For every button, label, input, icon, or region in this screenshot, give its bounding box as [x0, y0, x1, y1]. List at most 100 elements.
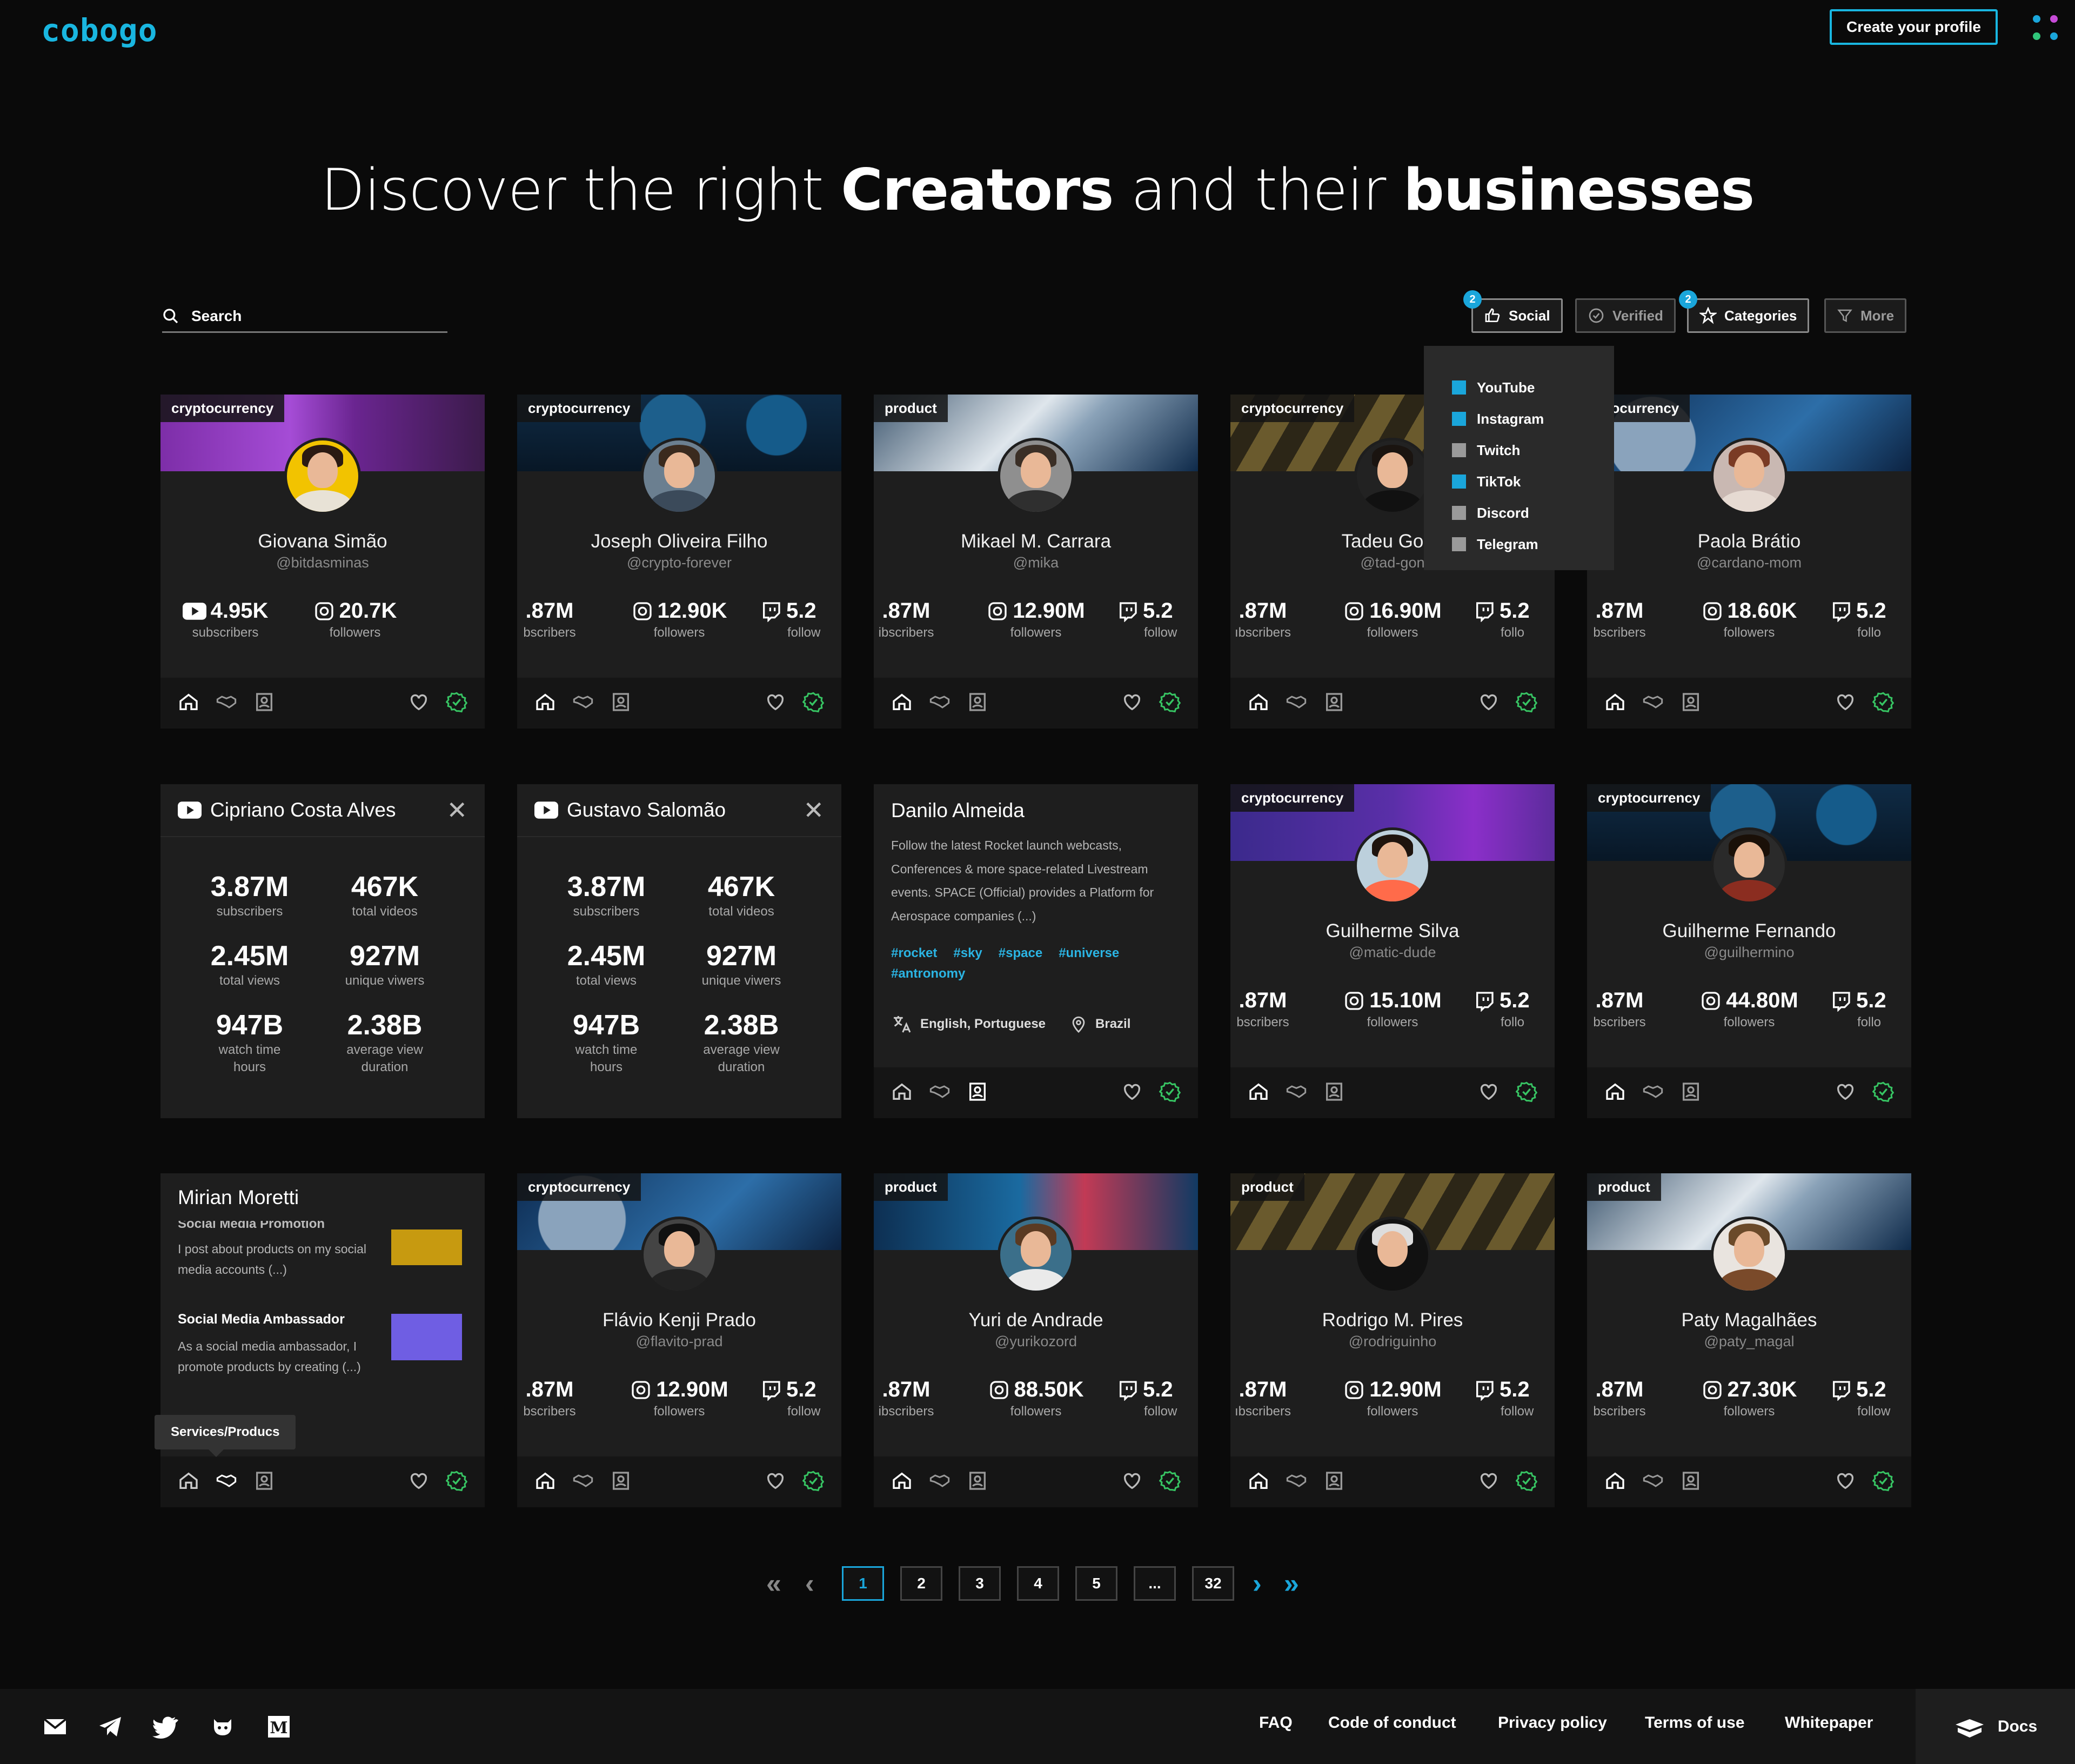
home-icon[interactable]: [891, 1470, 913, 1494]
creator-name[interactable]: Mikael M. Carrara: [874, 531, 1198, 552]
checkbox[interactable]: [1452, 537, 1466, 551]
avatar[interactable]: [1711, 438, 1788, 514]
medium-icon[interactable]: M: [266, 1714, 292, 1740]
social-option-youtube[interactable]: YouTube: [1452, 372, 1614, 403]
checkbox[interactable]: [1452, 506, 1466, 520]
mail-icon[interactable]: [42, 1714, 68, 1740]
verified-check-icon[interactable]: [1159, 1081, 1181, 1105]
checkbox[interactable]: [1452, 412, 1466, 426]
heart-icon[interactable]: [1835, 1081, 1856, 1105]
home-icon[interactable]: [1604, 691, 1626, 716]
profile-card-icon[interactable]: [1323, 1081, 1345, 1105]
heart-icon[interactable]: [765, 1470, 786, 1494]
heart-icon[interactable]: [408, 691, 430, 716]
creator-card[interactable]: product Mikael M. Carrara @mika .87M ibsc…: [874, 395, 1198, 729]
creator-card-services[interactable]: Mirian Moretti Social Media Promotion I …: [160, 1173, 485, 1507]
creator-card[interactable]: cryptocurrency Giovana Simão @bitdasmina…: [160, 395, 485, 729]
avatar[interactable]: [284, 438, 361, 514]
close-icon[interactable]: ✕: [446, 796, 467, 825]
creator-card[interactable]: cryptocurrency Guilherme Silva @matic-du…: [1230, 784, 1555, 1118]
page-button[interactable]: 5: [1075, 1566, 1117, 1601]
twitter-icon[interactable]: [152, 1714, 178, 1740]
creator-stats-card[interactable]: Cipriano Costa Alves ✕ 3.87M subscribers 467…: [160, 784, 485, 1118]
avatar[interactable]: [641, 1217, 718, 1293]
footer-link-code-of-conduct[interactable]: Code of conduct: [1328, 1714, 1456, 1732]
creator-name[interactable]: Guilherme Fernando: [1587, 920, 1911, 942]
page-button[interactable]: 32: [1192, 1566, 1234, 1601]
creator-card[interactable]: ptocurrency Paola Brátio @cardano-mom .8…: [1587, 395, 1911, 729]
heart-icon[interactable]: [765, 691, 786, 716]
category-tag[interactable]: cryptocurrency: [1230, 395, 1355, 422]
checkbox[interactable]: [1452, 380, 1466, 395]
creator-name[interactable]: Giovana Simão: [160, 531, 485, 552]
profile-card-icon[interactable]: [610, 691, 632, 716]
verified-check-icon[interactable]: [1159, 1470, 1181, 1494]
filter-verified-button[interactable]: Verified: [1575, 298, 1676, 333]
last-page-icon[interactable]: »: [1284, 1566, 1299, 1601]
category-tag[interactable]: product: [1587, 1173, 1661, 1201]
category-tag[interactable]: cryptocurrency: [1230, 784, 1355, 812]
page-button[interactable]: 1: [842, 1566, 884, 1601]
home-icon[interactable]: [1248, 1081, 1269, 1105]
create-profile-button[interactable]: Create your profile: [1830, 9, 1998, 45]
hashtag[interactable]: #universe: [1059, 946, 1119, 960]
creator-name[interactable]: Guilherme Silva: [1230, 920, 1555, 942]
handshake-icon[interactable]: [572, 1470, 594, 1494]
footer-link-privacy-policy[interactable]: Privacy policy: [1498, 1714, 1607, 1732]
heart-icon[interactable]: [1478, 1470, 1500, 1494]
docs-button[interactable]: Docs: [1916, 1689, 2075, 1764]
page-button[interactable]: 4: [1017, 1566, 1059, 1601]
home-icon[interactable]: [178, 1470, 199, 1494]
hashtag[interactable]: #space: [999, 946, 1042, 960]
profile-card-icon[interactable]: [967, 1470, 988, 1494]
heart-icon[interactable]: [1121, 1081, 1143, 1105]
heart-icon[interactable]: [1478, 1081, 1500, 1105]
avatar[interactable]: [1711, 1217, 1788, 1293]
home-icon[interactable]: [534, 691, 556, 716]
home-icon[interactable]: [1248, 691, 1269, 716]
verified-check-icon[interactable]: [1516, 1081, 1537, 1105]
handshake-icon[interactable]: [572, 691, 594, 716]
avatar[interactable]: [1354, 438, 1431, 514]
verified-check-icon[interactable]: [1872, 691, 1894, 716]
social-option-instagram[interactable]: Instagram: [1452, 403, 1614, 435]
creator-name[interactable]: Flávio Kenji Prado: [517, 1309, 841, 1331]
handshake-icon[interactable]: [929, 1081, 951, 1105]
heart-icon[interactable]: [1121, 691, 1143, 716]
handshake-icon[interactable]: [1286, 1470, 1307, 1494]
category-tag[interactable]: cryptocurrency: [160, 395, 285, 422]
creator-name[interactable]: Paty Magalhães: [1587, 1309, 1911, 1331]
verified-check-icon[interactable]: [446, 1470, 467, 1494]
category-tag[interactable]: product: [874, 1173, 948, 1201]
github-icon[interactable]: [210, 1714, 236, 1740]
verified-check-icon[interactable]: [1159, 691, 1181, 716]
creator-card-about[interactable]: Danilo Almeida Follow the latest Rocket …: [874, 784, 1198, 1118]
page-button[interactable]: 3: [959, 1566, 1001, 1601]
creator-name[interactable]: Joseph Oliveira Filho: [517, 531, 841, 552]
close-icon[interactable]: ✕: [803, 796, 824, 825]
profile-card-icon[interactable]: [1680, 691, 1702, 716]
profile-card-icon[interactable]: [253, 691, 275, 716]
filter-categories-button[interactable]: 2 Categories: [1679, 290, 1810, 333]
handshake-icon[interactable]: [216, 1470, 237, 1494]
creator-name[interactable]: Rodrigo M. Pires: [1230, 1309, 1555, 1331]
footer-link-whitepaper[interactable]: Whitepaper: [1785, 1714, 1873, 1732]
verified-check-icon[interactable]: [1872, 1470, 1894, 1494]
category-tag[interactable]: cryptocurrency: [1587, 784, 1711, 812]
apps-menu-icon[interactable]: [2033, 15, 2061, 41]
avatar[interactable]: [1711, 827, 1788, 904]
verified-check-icon[interactable]: [802, 691, 824, 716]
home-icon[interactable]: [1604, 1081, 1626, 1105]
avatar[interactable]: [998, 1217, 1074, 1293]
avatar[interactable]: [641, 438, 718, 514]
filter-more-button[interactable]: More: [1824, 298, 1907, 333]
profile-card-icon[interactable]: [1680, 1470, 1702, 1494]
first-page-icon[interactable]: «: [766, 1566, 781, 1601]
profile-card-icon[interactable]: [610, 1470, 632, 1494]
hashtag[interactable]: #sky: [953, 946, 982, 960]
footer-link-faq[interactable]: FAQ: [1259, 1714, 1293, 1732]
handshake-icon[interactable]: [1642, 1470, 1664, 1494]
filter-social-button[interactable]: 2 Social: [1463, 290, 1563, 333]
home-icon[interactable]: [891, 691, 913, 716]
prev-page-icon[interactable]: ‹: [805, 1566, 814, 1601]
